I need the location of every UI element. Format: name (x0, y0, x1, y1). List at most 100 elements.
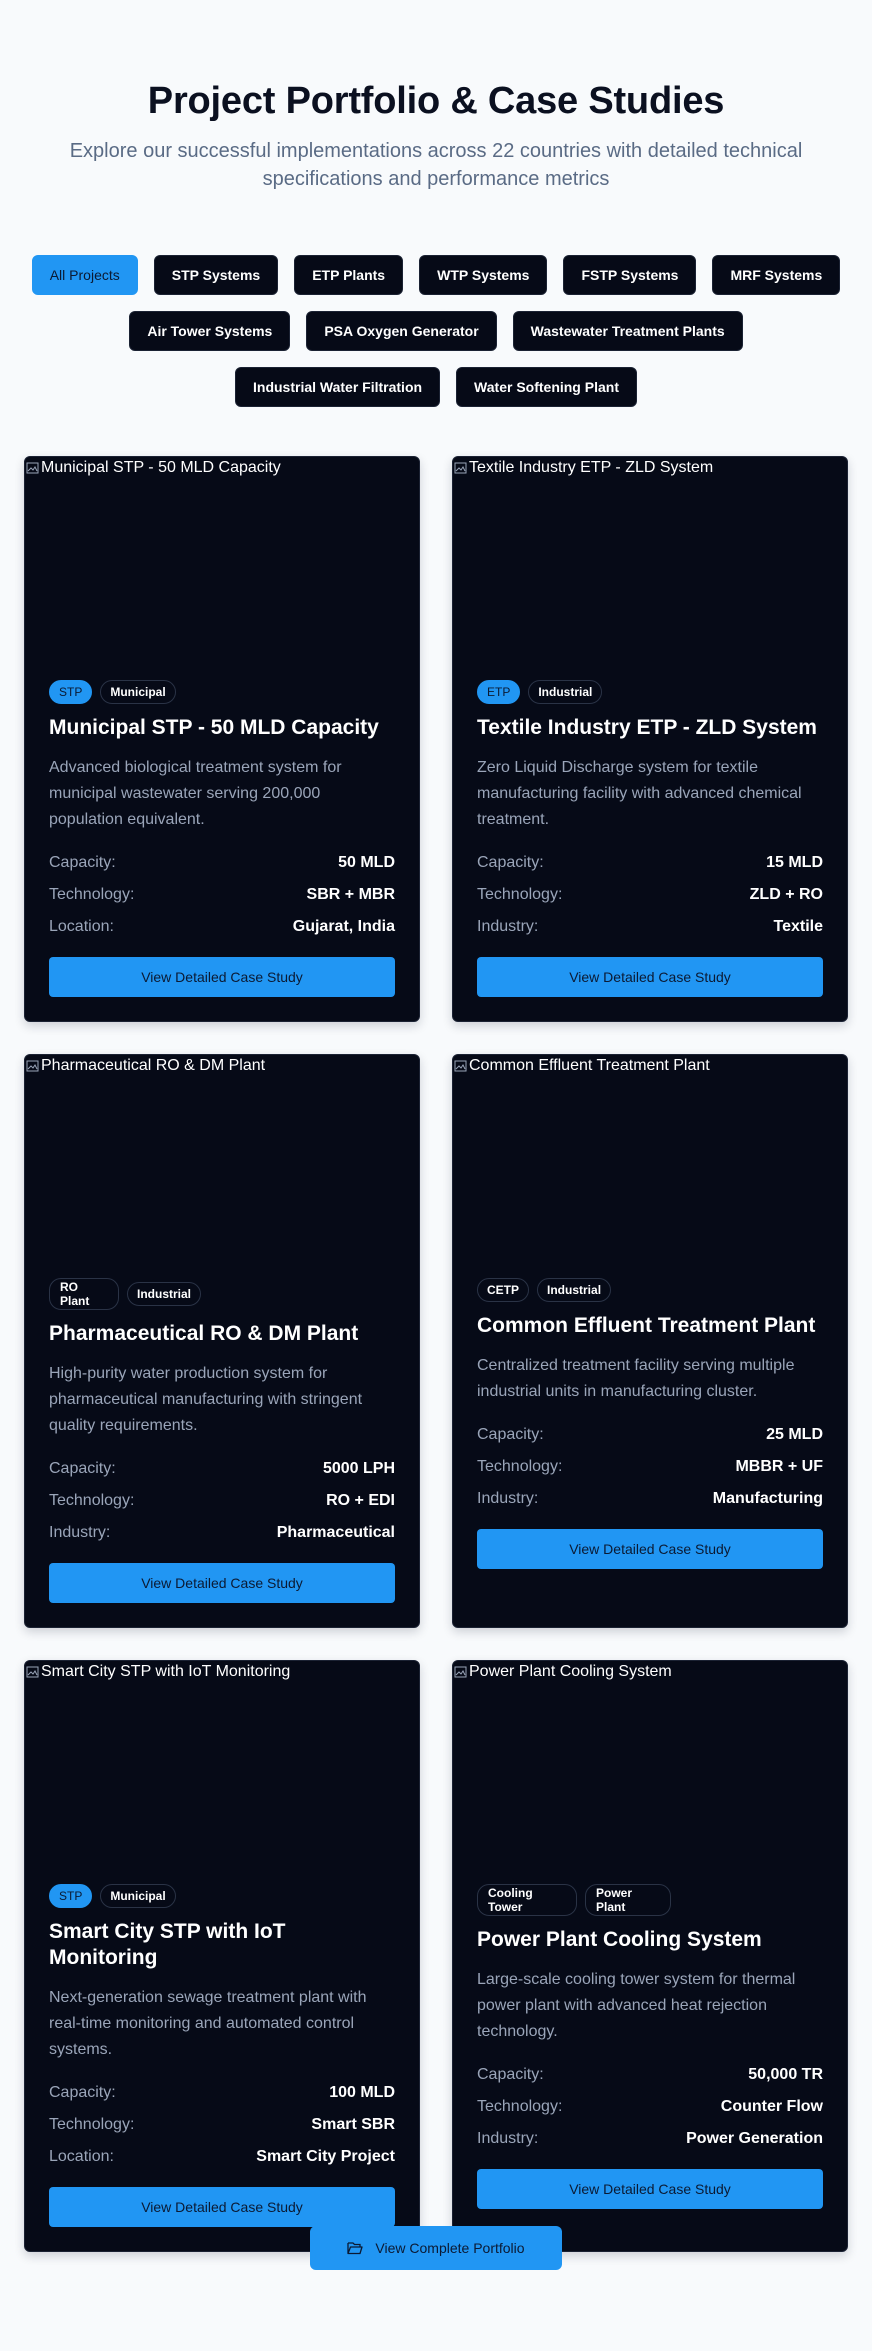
spec-row: Industry: Textile (477, 911, 823, 943)
sector-tag: Industrial (528, 680, 603, 704)
spec-label: Location: (49, 2148, 114, 2165)
card-body: STP Municipal Smart City STP with IoT Mo… (25, 1871, 419, 2251)
spec-label: Technology: (477, 1458, 563, 1475)
spec-row: Capacity: 50,000 TR (477, 2059, 823, 2091)
page-title: Project Portfolio & Case Studies (147, 80, 725, 122)
spec-value: 5000 LPH (322, 1460, 395, 1477)
project-image: Municipal STP - 50 MLD Capacity (25, 457, 419, 667)
spec-row: Capacity: 100 MLD (49, 2077, 395, 2109)
project-image: Smart City STP with IoT Monitoring (25, 1661, 419, 1871)
spec-row: Capacity: 5000 LPH (49, 1453, 395, 1485)
spec-value: 50,000 TR (748, 2066, 823, 2083)
view-case-study-button[interactable]: View Detailed Case Study (477, 957, 823, 997)
project-title: Municipal STP - 50 MLD Capacity (49, 716, 379, 739)
category-tag: Cooling Tower (477, 1884, 577, 1916)
card-body: ETP Industrial Textile Industry ETP - ZL… (453, 667, 847, 1021)
project-description: Advanced biological treatment system for… (49, 759, 342, 828)
project-card: Pharmaceutical RO & DM Plant RO Plant In… (24, 1054, 420, 1628)
filter-air-tower-systems[interactable]: Air Tower Systems (129, 311, 291, 351)
spec-list: Capacity: 25 MLD Technology: MBBR + UF Ind… (477, 1419, 823, 1515)
spec-value: 25 MLD (766, 1426, 823, 1443)
card-body: RO Plant Industrial Pharmaceutical RO & … (25, 1265, 419, 1627)
broken-image-alt: Smart City STP with IoT Monitoring (25, 1663, 290, 1681)
card-body: Cooling Tower Power Plant Power Plant Co… (453, 1871, 847, 2233)
spec-list: Capacity: 50,000 TR Technology: Counter Fl… (477, 2059, 823, 2155)
tag-list: STP Municipal (49, 680, 395, 704)
spec-value: Power Generation (686, 2130, 823, 2147)
spec-label: Location: (49, 918, 114, 935)
view-case-study-button[interactable]: View Detailed Case Study (49, 1563, 395, 1603)
folder-open-icon (347, 2242, 364, 2255)
project-card: Power Plant Cooling System Cooling Tower… (452, 1660, 848, 2252)
filter-wastewater-treatment-plants[interactable]: Wastewater Treatment Plants (512, 311, 743, 351)
project-title: Common Effluent Treatment Plant (477, 1314, 816, 1337)
filter-water-softening-plant[interactable]: Water Softening Plant (456, 367, 637, 407)
spec-value: 100 MLD (329, 2084, 395, 2101)
spec-row: Capacity: 25 MLD (477, 1419, 823, 1451)
tag-list: STP Municipal (49, 1884, 395, 1908)
spec-row: Technology: RO + EDI (49, 1485, 395, 1517)
spec-label: Industry: (477, 2130, 539, 2147)
project-image: Common Effluent Treatment Plant (453, 1055, 847, 1265)
spec-label: Capacity: (477, 1426, 544, 1443)
tag-list: ETP Industrial (477, 680, 823, 704)
category-tag: CETP (477, 1278, 530, 1302)
filter-wtp-systems[interactable]: WTP Systems (419, 255, 548, 295)
project-image: Power Plant Cooling System (453, 1661, 847, 1871)
spec-value: Smart SBR (311, 2116, 395, 2133)
spec-value: Manufacturing (712, 1490, 823, 1507)
view-case-study-button[interactable]: View Detailed Case Study (477, 1529, 823, 1569)
spec-row: Technology: Smart SBR (49, 2109, 395, 2141)
view-case-study-button[interactable]: View Detailed Case Study (49, 2187, 395, 2227)
spec-list: Capacity: 5000 LPH Technology: RO + EDI In… (49, 1453, 395, 1549)
spec-value: Gujarat, India (292, 918, 395, 935)
view-case-study-button[interactable]: View Detailed Case Study (49, 957, 395, 997)
view-complete-portfolio-button[interactable]: View Complete Portfolio (310, 2226, 562, 2270)
filter-psa-oxygen-generator[interactable]: PSA Oxygen Generator (306, 311, 497, 351)
card-body: STP Municipal Municipal STP - 50 MLD Cap… (25, 667, 419, 1021)
tag-list: RO Plant Industrial (49, 1278, 395, 1310)
image-alt-text: Municipal STP - 50 MLD Capacity (41, 459, 281, 476)
spec-label: Industry: (477, 918, 539, 935)
view-complete-portfolio-label: View Complete Portfolio (375, 2240, 525, 2256)
filter-etp-plants[interactable]: ETP Plants (294, 255, 404, 295)
project-title: Power Plant Cooling System (477, 1928, 762, 1951)
project-card: Smart City STP with IoT Monitoring STP M… (24, 1660, 420, 2252)
tag-list: CETP Industrial (477, 1278, 823, 1302)
spec-row: Industry: Power Generation (477, 2123, 823, 2155)
sector-tag: Industrial (127, 1282, 202, 1306)
broken-image-alt: Common Effluent Treatment Plant (453, 1057, 710, 1075)
project-description: Zero Liquid Discharge system for textile… (477, 759, 802, 828)
spec-value: Pharmaceutical (276, 1524, 395, 1541)
project-description: Next-generation sewage treatment plant w… (49, 1989, 367, 2058)
spec-value: ZLD + RO (749, 886, 823, 903)
spec-label: Capacity: (49, 854, 116, 871)
spec-row: Location: Gujarat, India (49, 911, 395, 943)
spec-row: Industry: Pharmaceutical (49, 1517, 395, 1549)
image-alt-text: Textile Industry ETP - ZLD System (469, 459, 714, 476)
spec-value: MBBR + UF (735, 1458, 823, 1475)
filter-industrial-water-filtration[interactable]: Industrial Water Filtration (235, 367, 441, 407)
broken-image-icon (26, 462, 39, 474)
spec-row: Technology: Counter Flow (477, 2091, 823, 2123)
page-subtitle: Explore our successful implementations a… (69, 140, 803, 190)
filter-all-projects[interactable]: All Projects (31, 255, 138, 295)
spec-label: Technology: (49, 886, 135, 903)
project-description: High-purity water production system for … (49, 1365, 363, 1434)
spec-label: Capacity: (49, 1460, 116, 1477)
sector-tag: Power Plant (585, 1884, 671, 1916)
image-alt-text: Common Effluent Treatment Plant (469, 1057, 710, 1074)
filter-stp-systems[interactable]: STP Systems (153, 255, 279, 295)
image-alt-text: Smart City STP with IoT Monitoring (41, 1663, 291, 1680)
category-tag: ETP (477, 680, 521, 704)
category-tag: RO Plant (49, 1278, 119, 1310)
project-card: Textile Industry ETP - ZLD System ETP In… (452, 456, 848, 1022)
filter-fstp-systems[interactable]: FSTP Systems (563, 255, 697, 295)
spec-label: Industry: (477, 1490, 539, 1507)
filter-mrf-systems[interactable]: MRF Systems (712, 255, 841, 295)
view-case-study-button[interactable]: View Detailed Case Study (477, 2169, 823, 2209)
spec-value: Smart City Project (256, 2148, 395, 2165)
spec-list: Capacity: 50 MLD Technology: SBR + MBR Loc… (49, 847, 395, 943)
spec-label: Technology: (49, 2116, 135, 2133)
project-description: Large-scale cooling tower system for the… (477, 1971, 796, 2040)
